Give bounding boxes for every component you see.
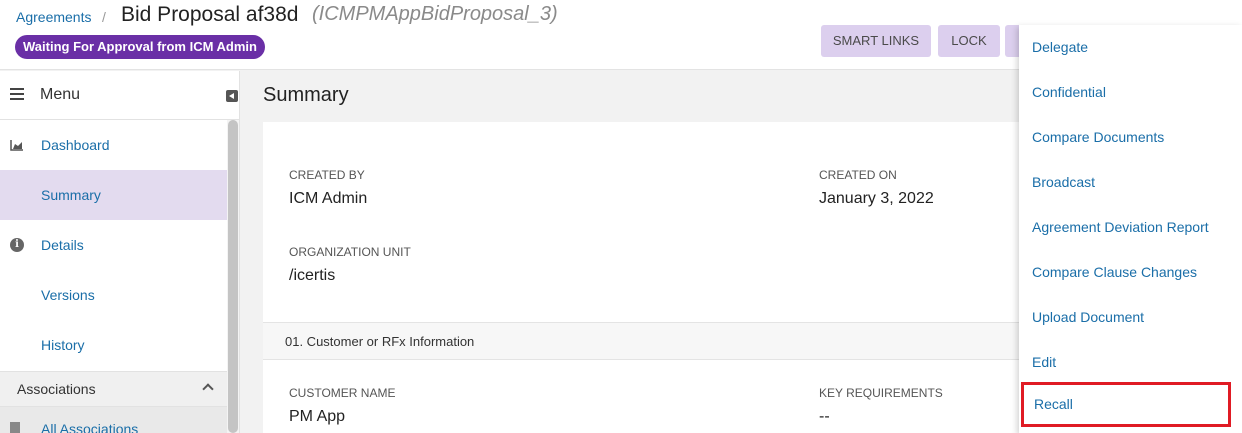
customer-name-value: PM App <box>289 408 346 425</box>
menu-item-compare-clause-changes[interactable]: Compare Clause Changes <box>1019 250 1242 295</box>
associations-label: Associations <box>17 381 96 397</box>
menu-item-upload-document[interactable]: Upload Document <box>1019 295 1242 340</box>
area-chart-icon <box>10 140 23 151</box>
section-header-label: 01. Customer or RFx Information <box>285 334 475 349</box>
customer-name-label: CUSTOMER NAME <box>289 386 396 400</box>
sidebar-item-label: Versions <box>41 287 95 303</box>
section-title-summary: Summary <box>263 84 349 106</box>
menu-item-label: Delegate <box>1032 39 1089 55</box>
key-requirements-label: KEY REQUIREMENTS <box>819 386 943 400</box>
menu-item-confidential[interactable]: Confidential <box>1019 70 1242 115</box>
menu-item-recall[interactable]: Recall <box>1021 382 1231 427</box>
menu-item-broadcast[interactable]: Broadcast <box>1019 160 1242 205</box>
sidebar-item-versions[interactable]: Versions <box>0 270 227 320</box>
breadcrumb-separator: / <box>102 9 106 25</box>
status-badge: Waiting For Approval from ICM Admin <box>15 35 265 59</box>
created-by-label: CREATED BY <box>289 168 365 182</box>
sidebar: Menu Dashboard Summary i Details Version… <box>0 71 240 433</box>
info-icon: i <box>10 238 24 252</box>
menu-item-label: Recall <box>1034 396 1073 412</box>
org-unit-value: /icertis <box>289 267 336 284</box>
sidebar-item-label: History <box>41 337 85 353</box>
sidebar-item-history[interactable]: History <box>0 320 227 370</box>
sidebar-item-dashboard[interactable]: Dashboard <box>0 120 227 170</box>
sidebar-item-label: Summary <box>41 187 101 203</box>
menu-item-label: Edit <box>1032 354 1057 370</box>
collapse-sidebar-icon[interactable] <box>226 90 238 102</box>
sidebar-scrollbar[interactable] <box>227 120 239 433</box>
sidebar-item-details[interactable]: i Details <box>0 220 227 270</box>
created-by-value: ICM Admin <box>289 190 368 207</box>
chevron-up-icon <box>202 383 214 395</box>
document-icon <box>10 422 20 433</box>
created-on-label: CREATED ON <box>819 168 897 182</box>
sidebar-item-label: Dashboard <box>41 137 110 153</box>
menu-item-label: Compare Clause Changes <box>1032 264 1197 280</box>
menu-item-label: Agreement Deviation Report <box>1032 219 1209 235</box>
menu-item-label: Broadcast <box>1032 174 1096 190</box>
menu-item-compare-documents[interactable]: Compare Documents <box>1019 115 1242 160</box>
hamburger-icon[interactable] <box>10 88 24 100</box>
lock-button[interactable]: LOCK <box>938 25 1000 57</box>
sidebar-item-summary[interactable]: Summary <box>0 170 227 220</box>
menu-item-label: Compare Documents <box>1032 129 1165 145</box>
sidebar-item-all-associations[interactable]: All Associations <box>0 407 227 433</box>
actions-dropdown-menu: Delegate Confidential Compare Documents … <box>1019 25 1242 433</box>
section-header-customer-rfx[interactable]: 01. Customer or RFx Information <box>263 322 1023 360</box>
key-requirements-value: -- <box>819 408 830 425</box>
menu-item-edit[interactable]: Edit <box>1019 340 1242 385</box>
sidebar-scroll-thumb[interactable] <box>228 120 238 433</box>
smart-links-button[interactable]: SMART LINKS <box>821 25 931 57</box>
page-title: Bid Proposal af38d <box>121 3 299 26</box>
menu-header: Menu <box>0 71 240 120</box>
menu-item-agreement-deviation-report[interactable]: Agreement Deviation Report <box>1019 205 1242 250</box>
associations-section-header[interactable]: Associations <box>0 371 227 407</box>
menu-item-label: Confidential <box>1032 84 1106 100</box>
menu-label: Menu <box>40 86 81 103</box>
page-subtitle: (ICMPMAppBidProposal_3) <box>312 3 558 25</box>
menu-item-delegate[interactable]: Delegate <box>1019 25 1242 70</box>
created-on-value: January 3, 2022 <box>819 190 934 207</box>
org-unit-label: ORGANIZATION UNIT <box>289 245 411 259</box>
menu-item-label: Upload Document <box>1032 309 1145 325</box>
sidebar-item-label: All Associations <box>41 421 139 433</box>
sidebar-item-label: Details <box>41 237 84 253</box>
breadcrumb-agreements[interactable]: Agreements <box>16 9 91 25</box>
